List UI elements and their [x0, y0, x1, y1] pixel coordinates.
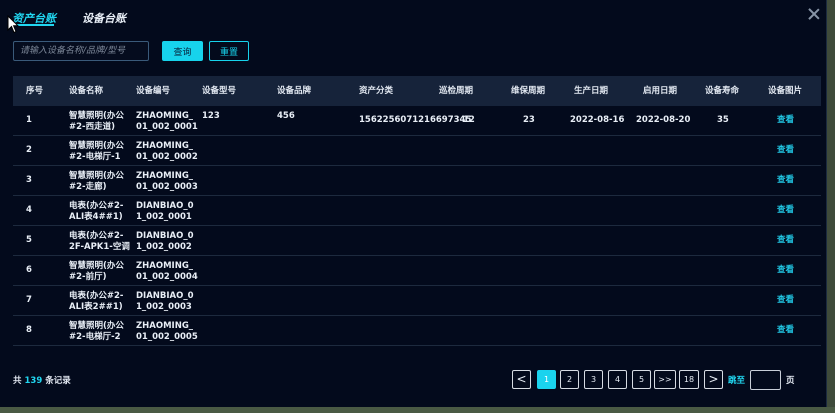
table-row: 3 智慧照明(办公 #2-走廊) ZHAOMING_ 01_002_0003 查看 — [13, 166, 821, 196]
cell-device-name: 智慧照明(办公 #2-电梯厅-2 — [69, 321, 124, 342]
header-device-code: 设备编号 — [136, 86, 171, 96]
cell-inspection-cycle: 12 — [463, 115, 475, 125]
cell-index: 1 — [26, 115, 32, 125]
page-2-button[interactable]: 2 — [560, 370, 579, 389]
table-header: 序号 设备名称 设备编号 设备型号 设备品牌 资产分类 巡检周期 维保周期 生产… — [13, 76, 821, 106]
table-row: 5 电表(办公#2- 2F-APK1-空调 DIANBIAO_0 1_002_000… — [13, 226, 821, 256]
cell-index: 5 — [26, 235, 32, 245]
goto-page-input[interactable] — [750, 370, 781, 390]
table-row: 8 智慧照明(办公 #2-电梯厅-2 ZHAOMING_ 01_002_0005 查… — [13, 316, 821, 346]
cell-device-code: DIANBIAO_0 1_002_0003 — [136, 291, 194, 312]
header-production-date: 生产日期 — [574, 86, 609, 96]
goto-label: 跳至 — [728, 376, 746, 386]
cell-device-code: DIANBIAO_0 1_002_0001 — [136, 201, 194, 222]
total-count: 139 — [24, 376, 43, 386]
cell-index: 4 — [26, 205, 32, 215]
header-maintenance-cycle: 维保周期 — [511, 86, 546, 96]
mouse-pointer-icon — [7, 15, 19, 34]
view-image-link[interactable]: 查看 — [777, 226, 794, 255]
view-image-link[interactable]: 查看 — [777, 136, 794, 165]
cell-device-life: 35 — [717, 115, 729, 125]
asset-table: 序号 设备名称 设备编号 设备型号 设备品牌 资产分类 巡检周期 维保周期 生产… — [13, 76, 821, 346]
cell-device-code: ZHAOMING_ 01_002_0001 — [136, 111, 198, 132]
header-inspection-cycle: 巡检周期 — [439, 86, 474, 96]
prev-page-button[interactable]: < — [512, 370, 531, 389]
cell-device-name: 智慧照明(办公 #2-走廊) — [69, 171, 124, 192]
total-prefix: 共 — [13, 376, 22, 386]
header-device-image: 设备图片 — [768, 86, 803, 96]
cell-index: 7 — [26, 295, 32, 305]
cell-index: 3 — [26, 175, 32, 185]
cell-device-code: DIANBIAO_0 1_002_0002 — [136, 231, 194, 252]
cell-device-brand: 456 — [277, 111, 295, 121]
search-input[interactable] — [13, 41, 149, 61]
cell-device-code: ZHAOMING_ 01_002_0003 — [136, 171, 198, 192]
cell-device-code: ZHAOMING_ 01_002_0004 — [136, 261, 198, 282]
header-asset-category: 资产分类 — [359, 86, 394, 96]
header-device-model: 设备型号 — [202, 86, 237, 96]
total-records: 共 139 条记录 — [13, 374, 71, 386]
cell-start-date: 2022-08-20 — [636, 115, 691, 125]
cell-device-name: 智慧照明(办公 #2-西走道) — [69, 111, 124, 132]
cell-device-name: 智慧照明(办公 #2-前厅) — [69, 261, 124, 282]
tab-device-ledger-label: 设备台账 — [82, 12, 126, 25]
view-image-link[interactable]: 查看 — [777, 106, 794, 135]
page-3-button[interactable]: 3 — [584, 370, 603, 389]
cell-asset-category: 1562256071216697345 — [359, 115, 472, 125]
jump-forward-button[interactable]: >> — [654, 370, 676, 389]
next-page-button[interactable]: > — [704, 370, 723, 389]
page-unit-label: 页 — [786, 376, 795, 386]
page-1-button[interactable]: 1 — [537, 370, 556, 389]
query-button[interactable]: 查询 — [162, 41, 203, 61]
cell-index: 8 — [26, 325, 32, 335]
table-row: 1 智慧照明(办公 #2-西走道) ZHAOMING_ 01_002_0001 12… — [13, 106, 821, 136]
header-index: 序号 — [26, 86, 44, 96]
view-image-link[interactable]: 查看 — [777, 256, 794, 285]
tab-device-ledger[interactable]: 设备台账 — [82, 10, 126, 26]
view-image-link[interactable]: 查看 — [777, 166, 794, 195]
cell-production-date: 2022-08-16 — [570, 115, 625, 125]
cell-maintenance-cycle: 23 — [523, 115, 535, 125]
view-image-link[interactable]: 查看 — [777, 196, 794, 225]
reset-button[interactable]: 重置 — [209, 41, 249, 61]
page-5-button[interactable]: 5 — [632, 370, 651, 389]
cell-device-model: 123 — [202, 111, 220, 121]
view-image-link[interactable]: 查看 — [777, 316, 794, 345]
view-image-link[interactable]: 查看 — [777, 286, 794, 315]
table-row: 7 电表(办公#2- ALI表2##1) DIANBIAO_0 1_002_0003… — [13, 286, 821, 316]
cell-device-name: 电表(办公#2- ALI表2##1) — [69, 291, 124, 312]
table-row: 6 智慧照明(办公 #2-前厅) ZHAOMING_ 01_002_0004 查看 — [13, 256, 821, 286]
table-row: 4 电表(办公#2- ALI表4##1) DIANBIAO_0 1_002_0001… — [13, 196, 821, 226]
header-start-date: 启用日期 — [643, 86, 678, 96]
cell-device-code: ZHAOMING_ 01_002_0002 — [136, 141, 198, 162]
total-suffix: 条记录 — [45, 376, 71, 386]
cell-device-name: 电表(办公#2- ALI表4##1) — [69, 201, 124, 222]
cell-device-name: 电表(办公#2- 2F-APK1-空调 — [69, 231, 130, 252]
page-18-button[interactable]: 18 — [679, 370, 699, 389]
header-device-name: 设备名称 — [69, 86, 104, 96]
page-4-button[interactable]: 4 — [608, 370, 627, 389]
cell-index: 2 — [26, 145, 32, 155]
table-row: 2 智慧照明(办公 #2-电梯厅-1 ZHAOMING_ 01_002_0002 查… — [13, 136, 821, 166]
cell-index: 6 — [26, 265, 32, 275]
close-icon[interactable] — [808, 8, 820, 20]
asset-ledger-dialog: 资产台账 设备台账 查询 重置 序号 设备名称 设备编号 设备型号 设备品牌 资… — [0, 0, 827, 407]
header-device-brand: 设备品牌 — [277, 86, 312, 96]
cell-device-name: 智慧照明(办公 #2-电梯厅-1 — [69, 141, 124, 162]
background-bottom — [0, 407, 835, 413]
cell-device-code: ZHAOMING_ 01_002_0005 — [136, 321, 198, 342]
header-device-life: 设备寿命 — [705, 86, 740, 96]
